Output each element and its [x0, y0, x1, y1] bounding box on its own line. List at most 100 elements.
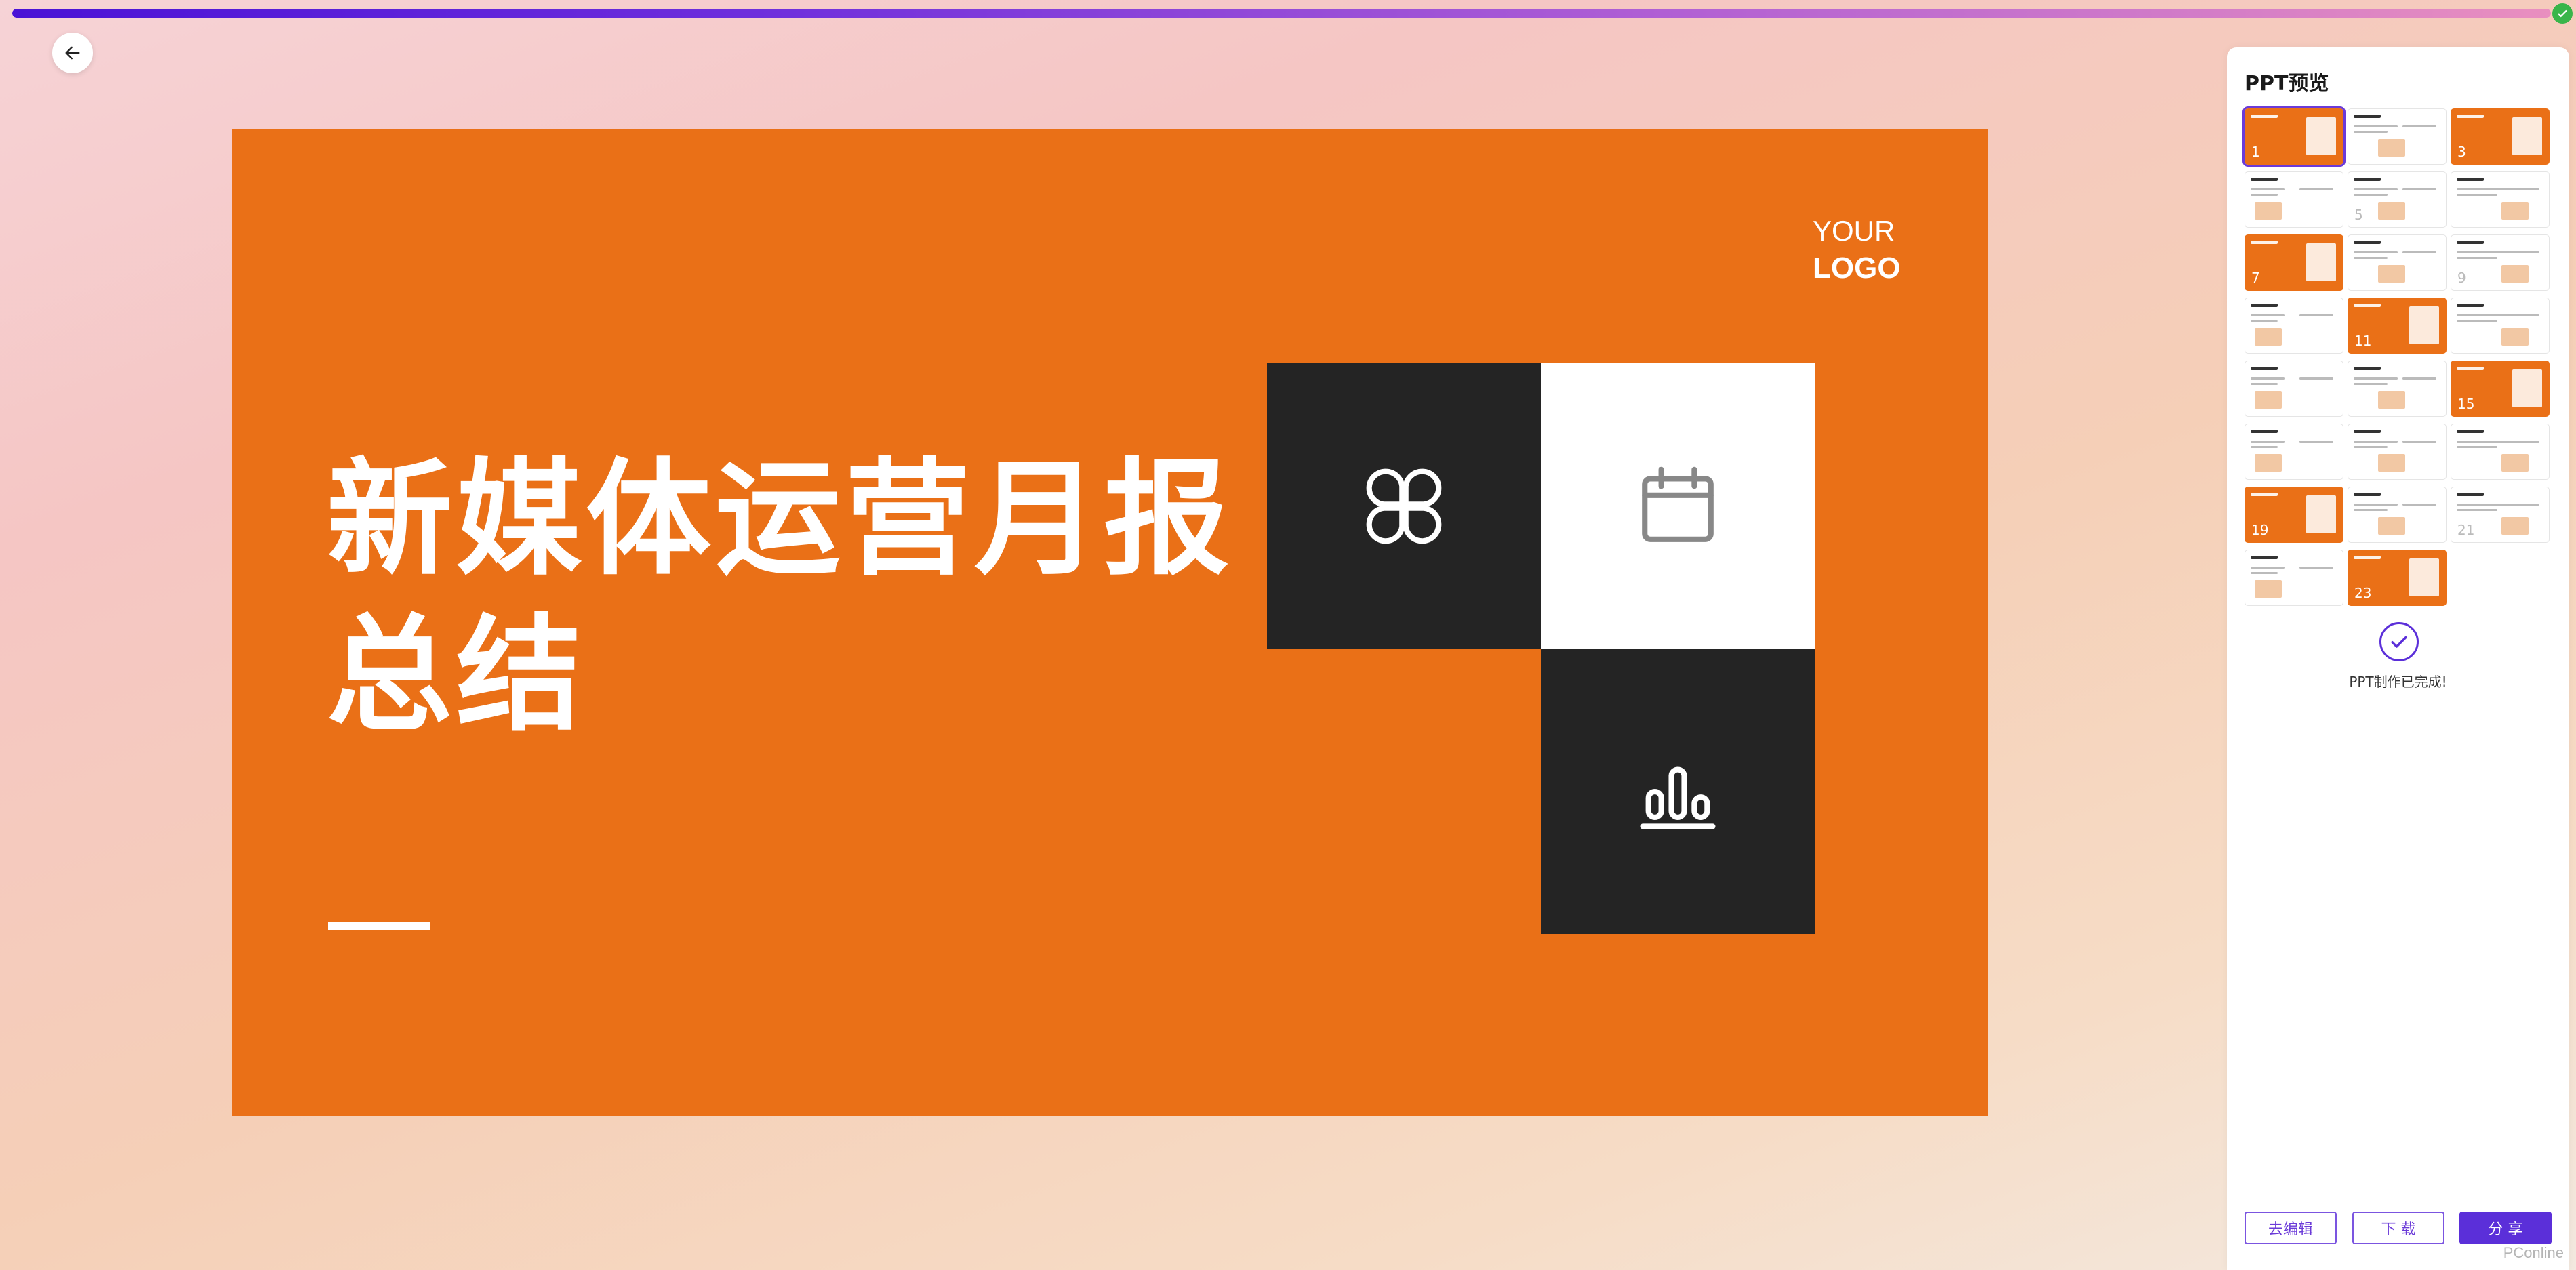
thumb-image: [2255, 454, 2282, 472]
progress-bar-fill: [12, 9, 2551, 18]
slide-thumbnail[interactable]: [2348, 108, 2447, 165]
thumb-title-bar: [2457, 304, 2484, 307]
thumb-image: [2255, 580, 2282, 598]
slide-thumbnail[interactable]: 15: [2451, 361, 2550, 417]
thumb-image: [2501, 328, 2529, 346]
thumb-image: [2409, 558, 2439, 596]
slide-thumbnail[interactable]: 5: [2348, 171, 2447, 228]
thumb-text-line: [2457, 504, 2511, 506]
logo-line-1: YOUR: [1813, 215, 1895, 247]
complete-check-icon: [2552, 3, 2573, 24]
slide-thumbnail[interactable]: 19: [2245, 487, 2343, 543]
thumb-title-bar: [2457, 367, 2484, 370]
thumb-text-line: [2457, 320, 2497, 322]
calendar-icon: [1642, 466, 1714, 542]
thumb-title-bar: [2251, 367, 2278, 370]
thumb-number: 15: [2457, 396, 2475, 412]
thumb-text-line: [2505, 251, 2539, 253]
download-button[interactable]: 下 载: [2352, 1212, 2444, 1244]
tile-chart: [1541, 649, 1815, 934]
thumb-text-line: [2402, 441, 2436, 443]
thumb-image: [2378, 517, 2405, 535]
thumb-image: [2378, 391, 2405, 409]
slide-thumbnail[interactable]: [2348, 234, 2447, 291]
thumb-image: [2378, 454, 2405, 472]
thumb-title-bar: [2354, 115, 2381, 118]
slide-thumbnail[interactable]: 23: [2348, 550, 2447, 606]
thumb-text-line: [2354, 509, 2388, 511]
thumb-text-line: [2251, 194, 2278, 196]
done-check-icon: [2379, 622, 2419, 661]
thumb-text-line: [2251, 377, 2285, 380]
slide-thumbnail[interactable]: [2245, 550, 2343, 606]
bar-chart-icon: [1640, 766, 1716, 829]
thumb-image: [2306, 243, 2336, 281]
apps-grid-icon: [1366, 468, 1442, 544]
slide-thumbnail[interactable]: [2451, 298, 2550, 354]
thumb-text-line: [2457, 446, 2497, 448]
slide-thumbnail[interactable]: [2245, 424, 2343, 480]
arrow-left-icon: [65, 46, 80, 60]
slide-thumbnail[interactable]: 9: [2451, 234, 2550, 291]
thumb-title-bar: [2354, 493, 2381, 496]
back-button[interactable]: [52, 33, 93, 73]
thumb-text-line: [2251, 441, 2285, 443]
slide-thumbnail[interactable]: [2451, 424, 2550, 480]
thumb-text-line: [2354, 188, 2398, 190]
slide-thumbnail[interactable]: 7: [2245, 234, 2343, 291]
thumb-text-line: [2402, 251, 2436, 253]
thumb-text-line: [2457, 251, 2511, 253]
thumb-image: [2306, 117, 2336, 155]
thumb-number: 11: [2354, 333, 2372, 349]
thumb-title-bar: [2354, 556, 2381, 559]
share-button[interactable]: 分 享: [2459, 1212, 2552, 1244]
ppt-preview-panel: PPT预览 1 3 5 7 9 11 15 19 21 23 PPT制作已完成! 去编辑 下 载 …: [2227, 47, 2569, 1270]
thumb-title-bar: [2457, 115, 2484, 118]
slide-thumbnail[interactable]: 11: [2348, 298, 2447, 354]
thumb-text-line: [2299, 188, 2333, 190]
slide-thumbnail[interactable]: [2348, 361, 2447, 417]
title-underline: [328, 922, 430, 930]
slide-thumbnail[interactable]: [2451, 171, 2550, 228]
slide-thumbnail[interactable]: [2348, 487, 2447, 543]
thumb-text-line: [2251, 314, 2285, 316]
thumb-text-line: [2505, 504, 2539, 506]
thumb-image: [2378, 265, 2405, 283]
thumb-title-bar: [2251, 556, 2278, 559]
thumb-image: [2501, 517, 2529, 535]
slide-logo: YOUR LOGO: [1813, 213, 1901, 287]
thumb-text-line: [2457, 257, 2497, 259]
thumb-text-line: [2505, 188, 2539, 190]
thumb-title-bar: [2354, 241, 2381, 244]
slide-thumbnail[interactable]: 1: [2242, 106, 2346, 167]
thumb-text-line: [2457, 314, 2511, 316]
thumb-text-line: [2505, 441, 2539, 443]
slide-thumbnail[interactable]: [2245, 361, 2343, 417]
slide-thumbnail[interactable]: [2245, 171, 2343, 228]
thumb-number: 19: [2251, 522, 2269, 538]
thumb-image: [2255, 391, 2282, 409]
thumb-text-line: [2299, 314, 2333, 316]
thumb-number: 3: [2457, 144, 2466, 160]
thumb-number: 23: [2354, 585, 2372, 601]
thumb-text-line: [2251, 567, 2285, 569]
thumb-text-line: [2251, 383, 2278, 385]
slide-thumbnail[interactable]: [2348, 424, 2447, 480]
edit-button[interactable]: 去编辑: [2245, 1212, 2337, 1244]
slide-thumbnail[interactable]: [2245, 298, 2343, 354]
thumb-text-line: [2402, 188, 2436, 190]
thumb-image: [2512, 369, 2542, 407]
thumb-text-line: [2251, 320, 2278, 322]
slide-thumbnail[interactable]: 3: [2451, 108, 2550, 165]
thumb-text-line: [2505, 314, 2539, 316]
thumb-title-bar: [2457, 241, 2484, 244]
slide-thumbnail[interactable]: 21: [2451, 487, 2550, 543]
tile-apps: [1267, 363, 1541, 649]
watermark: PConline: [2503, 1244, 2564, 1261]
thumb-text-line: [2299, 567, 2333, 569]
slide-preview: YOUR LOGO 新媒体运营月报总结: [232, 129, 1988, 1116]
thumb-text-line: [2457, 194, 2497, 196]
thumb-text-line: [2402, 377, 2436, 380]
thumb-text-line: [2354, 504, 2398, 506]
thumb-text-line: [2354, 383, 2388, 385]
